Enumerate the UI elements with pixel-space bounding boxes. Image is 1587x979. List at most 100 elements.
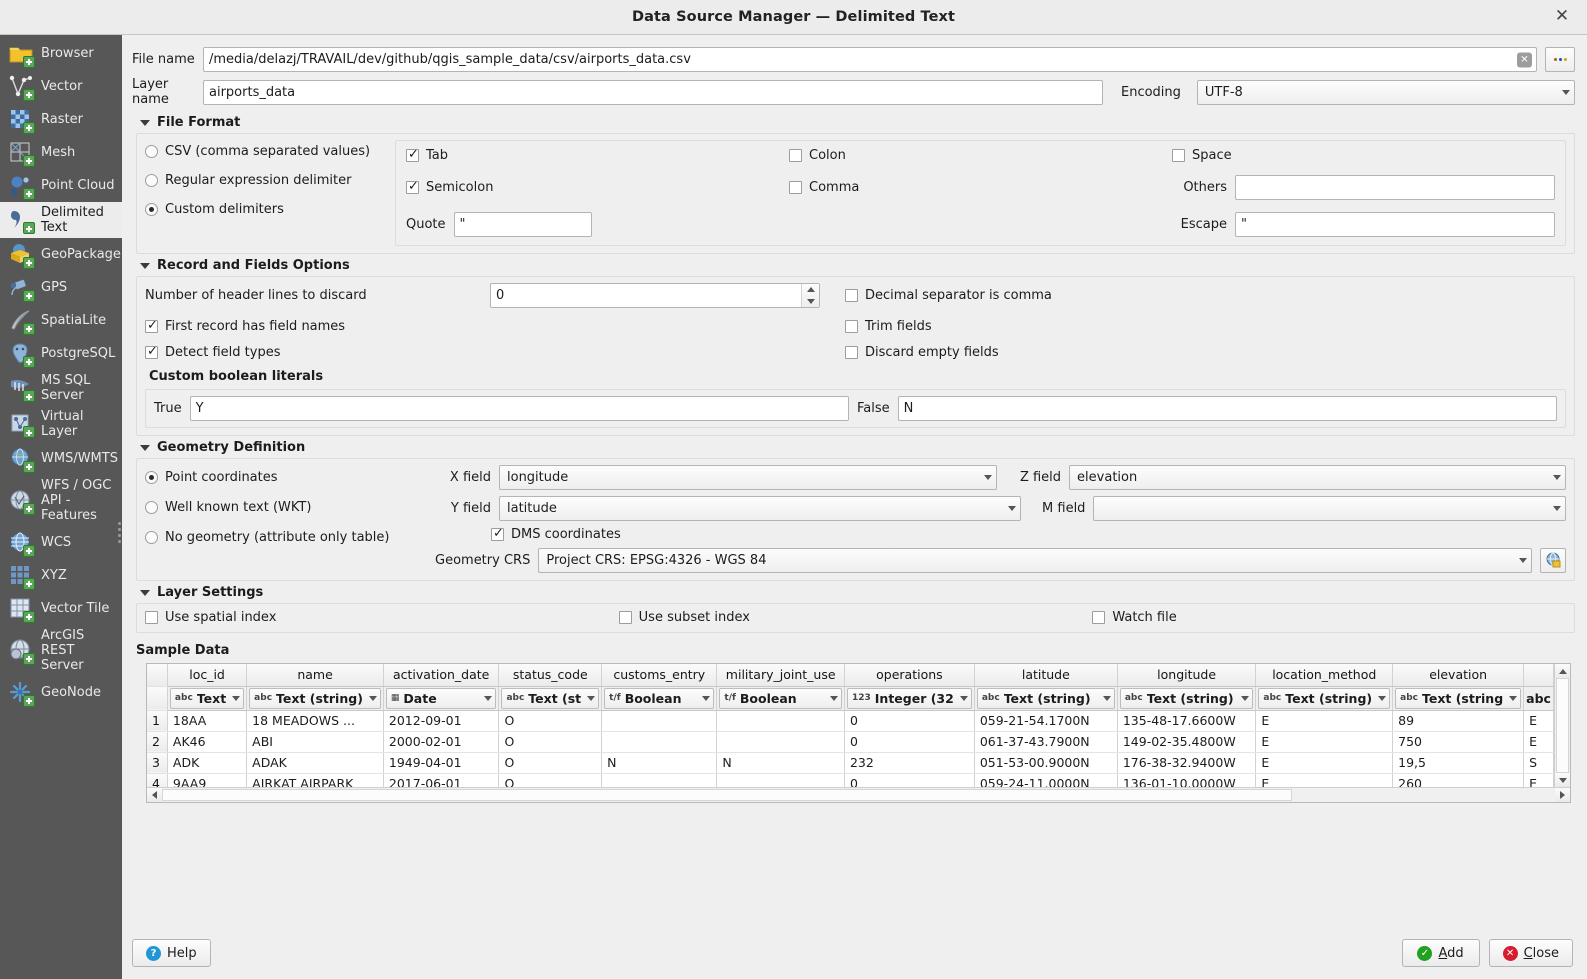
sidebar-item-raster[interactable]: Raster (0, 103, 122, 136)
column-type-selector-elevation[interactable]: abcText (string (1393, 686, 1524, 710)
scroll-down-button[interactable] (1555, 773, 1570, 787)
table-cell[interactable]: O (499, 773, 602, 787)
table-cell[interactable]: AIRKAT AIRPARK (247, 773, 384, 787)
table-row[interactable]: 49AA9AIRKAT AIRPARK2017-06-01O0059-24-11… (147, 773, 1554, 787)
column-type-selector-military_joint_use[interactable]: t/fBoolean (717, 686, 845, 710)
scroll-left-button[interactable] (147, 788, 162, 802)
browse-file-button[interactable] (1545, 47, 1575, 72)
sidebar-item-ms-sql-server[interactable]: MS SQL Server (0, 370, 122, 406)
sidebar-item-geopackage[interactable]: GeoPackage (0, 238, 122, 271)
type-combo[interactable]: 123Integer (32 (847, 688, 972, 709)
column-header-latitude[interactable]: latitude (974, 664, 1117, 686)
sidebar-item-virtual-layer[interactable]: Virtual Layer (0, 406, 122, 442)
sidebar-item-postgresql[interactable]: PostgreSQL (0, 337, 122, 370)
table-cell[interactable]: 136-01-10.0000W (1117, 773, 1256, 787)
table-cell[interactable]: 89 (1393, 710, 1524, 731)
sidebar-item-mesh[interactable]: Mesh (0, 136, 122, 169)
layer-settings-header[interactable]: Layer Settings (132, 583, 1575, 603)
spin-up-button[interactable] (802, 284, 819, 296)
column-header-loc_id[interactable]: loc_id (167, 664, 246, 686)
table-cell[interactable]: ADK (167, 752, 246, 773)
sidebar-item-browser[interactable]: Browser (0, 37, 122, 70)
sidebar-splitter-handle[interactable] (118, 522, 121, 544)
table-cell[interactable]: 18 MEADOWS ... (247, 710, 384, 731)
table-row[interactable]: 118AA18 MEADOWS ...2012-09-01O0059-21-54… (147, 710, 1554, 731)
sidebar-item-delimited-text[interactable]: Delimited Text (0, 202, 122, 238)
file-format-header[interactable]: File Format (132, 113, 1575, 133)
table-cell[interactable]: 0 (844, 710, 974, 731)
sidebar-item-arcgis-rest-server[interactable]: ArcGIS REST Server (0, 625, 122, 676)
true-literal-input[interactable] (190, 396, 849, 421)
check-tab[interactable]: Tab (406, 148, 789, 163)
encoding-combo[interactable]: UTF-8 (1197, 80, 1575, 105)
table-vertical-scrollbar[interactable] (1554, 664, 1570, 787)
table-cell[interactable] (717, 773, 845, 787)
sidebar-item-wms-wmts[interactable]: WMS/WMTS (0, 442, 122, 475)
type-combo[interactable]: abcText (string) (1120, 688, 1254, 709)
table-cell[interactable]: S (1524, 752, 1554, 773)
sidebar-item-gps[interactable]: GPS (0, 271, 122, 304)
table-cell[interactable]: ADAK (247, 752, 384, 773)
table-cell[interactable]: 061-37-43.7900N (974, 731, 1117, 752)
check-use-subset-index[interactable]: Use subset index (619, 610, 1093, 625)
table-cell[interactable]: O (499, 731, 602, 752)
table-cell[interactable]: 051-53-00.9000N (974, 752, 1117, 773)
type-combo[interactable]: ▦Date (386, 688, 497, 709)
table-cell[interactable] (602, 710, 717, 731)
sidebar-item-wcs[interactable]: WCS (0, 526, 122, 559)
table-cell[interactable]: 750 (1393, 731, 1524, 752)
horizontal-scroll-thumb[interactable] (162, 789, 1292, 801)
sidebar-item-vector[interactable]: Vector (0, 70, 122, 103)
close-icon[interactable]: ✕ (1551, 6, 1573, 28)
table-cell[interactable]: 19,5 (1393, 752, 1524, 773)
column-header-location_method[interactable]: location_method (1256, 664, 1393, 686)
table-cell[interactable]: 1949-04-01 (383, 752, 499, 773)
header-lines-spinbox[interactable] (490, 283, 820, 308)
file-name-input[interactable] (203, 47, 1537, 72)
column-header-longitude[interactable]: longitude (1117, 664, 1256, 686)
table-cell[interactable]: 135-48-17.6600W (1117, 710, 1256, 731)
column-type-selector-extra[interactable]: abc (1524, 686, 1554, 710)
column-type-selector-customs_entry[interactable]: t/fBoolean (602, 686, 717, 710)
column-type-selector-name[interactable]: abcText (string) (247, 686, 384, 710)
column-header-status_code[interactable]: status_code (499, 664, 602, 686)
sidebar-item-spatialite[interactable]: SpatiaLite (0, 304, 122, 337)
close-button[interactable]: ✕ Close (1489, 939, 1573, 967)
type-combo[interactable]: abcText (string) (1258, 688, 1390, 709)
check-comma[interactable]: Comma (789, 180, 1172, 195)
column-header-customs_entry[interactable]: customs_entry (602, 664, 717, 686)
table-cell[interactable]: 2017-06-01 (383, 773, 499, 787)
column-type-selector-operations[interactable]: 123Integer (32 (844, 686, 974, 710)
table-cell[interactable] (717, 731, 845, 752)
radio-custom-delimiters[interactable]: Custom delimiters (145, 202, 385, 217)
type-combo[interactable]: abcText (string (1395, 688, 1521, 709)
radio-no-geometry[interactable]: No geometry (attribute only table) (145, 530, 425, 545)
column-type-selector-latitude[interactable]: abcText (string) (974, 686, 1117, 710)
table-cell[interactable] (602, 773, 717, 787)
column-type-selector-status_code[interactable]: abcText (st (499, 686, 602, 710)
column-header-military_joint_use[interactable]: military_joint_use (717, 664, 845, 686)
check-space[interactable]: Space (1172, 148, 1555, 163)
sidebar-item-geonode[interactable]: GeoNode (0, 676, 122, 709)
radio-regex-delimiter[interactable]: Regular expression delimiter (145, 173, 385, 188)
record-fields-header[interactable]: Record and Fields Options (132, 256, 1575, 276)
table-cell[interactable]: E (1256, 731, 1393, 752)
table-cell[interactable]: 059-21-54.1700N (974, 710, 1117, 731)
column-type-selector-longitude[interactable]: abcText (string) (1117, 686, 1256, 710)
header-lines-input[interactable] (491, 284, 801, 307)
column-header-operations[interactable]: operations (844, 664, 974, 686)
check-semicolon[interactable]: Semicolon (406, 180, 789, 195)
select-crs-button[interactable] (1540, 548, 1566, 573)
table-cell[interactable]: 260 (1393, 773, 1524, 787)
column-type-selector-location_method[interactable]: abcText (string) (1256, 686, 1393, 710)
sidebar-item-point-cloud[interactable]: Point Cloud (0, 169, 122, 202)
sidebar-item-vector-tile[interactable]: Vector Tile (0, 592, 122, 625)
table-horizontal-scrollbar[interactable] (147, 787, 1570, 802)
type-combo[interactable]: abcText (string) (249, 688, 381, 709)
table-cell[interactable]: N (717, 752, 845, 773)
radio-well-known-text[interactable]: Well known text (WKT) (145, 500, 425, 515)
table-cell[interactable]: 18AA (167, 710, 246, 731)
radio-csv[interactable]: CSV (comma separated values) (145, 144, 385, 159)
table-cell[interactable]: E (1524, 731, 1554, 752)
check-decimal-separator-comma[interactable]: Decimal separator is comma (845, 288, 1566, 303)
